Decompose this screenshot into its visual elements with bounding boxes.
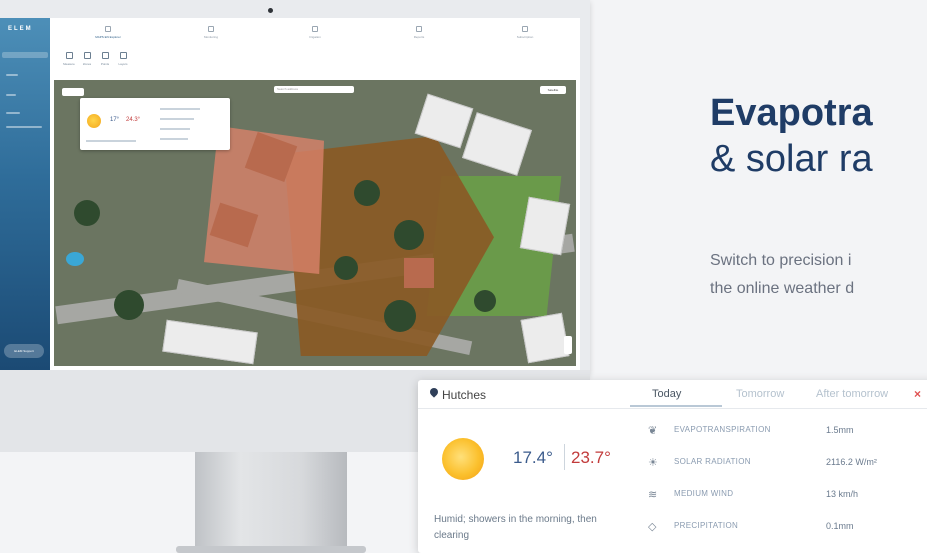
sidebar-item[interactable] [6, 74, 18, 76]
sun-icon [442, 438, 484, 480]
monitor-icon [208, 26, 214, 32]
tab-reports[interactable]: Reports [394, 18, 444, 46]
sidebar-item[interactable] [6, 94, 16, 96]
metric-row-precipitation: ◇ PRECIPITATION 0.1mm [644, 510, 927, 542]
layers-tool[interactable]: Layers [116, 52, 130, 72]
monitor-stand [195, 452, 347, 553]
metric-label: EVAPOTRANSPIRATION [674, 425, 771, 434]
drop-icon: ◇ [648, 521, 657, 533]
sidebar: ELEM ELEM Support [0, 18, 50, 370]
sidebar-item[interactable] [6, 112, 20, 114]
monitor: ELEM ELEM Support MAPS EN Explorer Monit… [0, 0, 590, 378]
tab-subscription[interactable]: Subscription [500, 18, 550, 46]
report-icon [416, 26, 422, 32]
measure-tool[interactable]: Measure [62, 52, 76, 72]
polygon-icon [83, 52, 91, 59]
map-icon [105, 26, 111, 32]
metric-row-wind: ≋ MEDIUM WIND 13 km/h [644, 478, 927, 510]
metric-value: 13 km/h [826, 489, 859, 499]
app-screen: ELEM ELEM Support MAPS EN Explorer Monit… [0, 18, 580, 370]
camera [268, 8, 273, 13]
house-roof [404, 258, 434, 288]
building [162, 319, 258, 365]
drop-icon [312, 26, 318, 32]
metric-label: PRECIPITATION [674, 521, 739, 530]
temp-divider [564, 444, 565, 470]
mini-weather-card: 17° 24.3° [80, 98, 230, 150]
description-line-2: the online weather d [710, 280, 855, 297]
metric-value: 2116.2 W/m² [826, 457, 877, 467]
card-icon [522, 26, 528, 32]
ruler-icon [65, 52, 73, 59]
tab-tomorrow[interactable]: Tomorrow [736, 388, 784, 400]
building [520, 312, 570, 364]
metric-row-solar-radiation: ☀ SOLAR RADIATION 2116.2 W/m² [644, 446, 927, 478]
tab-monitoring[interactable]: Monitoring [186, 18, 236, 46]
tab-explorer[interactable]: MAPS EN Explorer [78, 18, 138, 48]
location-pin-icon [428, 386, 440, 398]
location-name: Hutches [442, 388, 487, 402]
metric-row-evapotranspiration: ❦ EVAPOTRANSPIRATION 1.5mm [644, 414, 927, 446]
stand-base [176, 546, 366, 553]
description-line-1: Switch to precision i [710, 252, 852, 269]
evapotranspiration-icon: ❦ [648, 425, 658, 437]
wind-icon: ≋ [648, 489, 658, 501]
point-icon [101, 52, 109, 59]
description: Switch to precision i the online weather… [710, 247, 854, 303]
layers-icon [119, 52, 127, 59]
tab-after-tomorrow[interactable]: After tomorrow [816, 388, 888, 400]
tab-irrigation[interactable]: Irrigation [290, 18, 340, 46]
temp-max: 23.7° [571, 448, 611, 467]
satellite-map[interactable]: Search address Satellite 17° 24.3° [54, 80, 576, 366]
active-tab-indicator [630, 405, 722, 407]
weather-card: Hutches Today Tomorrow After tomorrow × … [418, 380, 927, 553]
zoom-control[interactable] [564, 336, 572, 354]
weather-card-header: Hutches Today Tomorrow After tomorrow × [418, 380, 927, 409]
metric-value: 1.5mm [826, 425, 854, 435]
support-button[interactable]: ELEM Support [4, 344, 44, 358]
sun-icon: ☀ [648, 457, 658, 469]
sidebar-item[interactable] [6, 126, 42, 128]
building [462, 112, 532, 176]
map-toolbar: Measure Zones Points Layers [50, 46, 580, 80]
map-search-input[interactable]: Search address [274, 86, 354, 93]
sidebar-selected-item[interactable] [2, 52, 48, 58]
heading-line-2: & solar ra [710, 138, 873, 180]
temp-min: 17.4° [513, 448, 553, 467]
satellite-toggle[interactable]: Satellite [540, 86, 566, 94]
metric-label: MEDIUM WIND [674, 489, 734, 498]
building [519, 196, 571, 256]
map-controls[interactable] [62, 88, 84, 96]
points-tool[interactable]: Points [98, 52, 112, 72]
app-logo: ELEM [8, 26, 33, 32]
sun-icon [87, 114, 101, 128]
metric-value: 0.1mm [826, 521, 854, 531]
zones-tool[interactable]: Zones [80, 52, 94, 72]
forecast-summary: Humid; showers in the morning, then clea… [434, 514, 597, 541]
heading-line-1: Evapotra [710, 92, 873, 134]
close-icon[interactable]: × [914, 387, 921, 401]
top-nav: MAPS EN Explorer Monitoring Irrigation R… [50, 18, 580, 48]
tab-today[interactable]: Today [652, 388, 681, 400]
pool [66, 252, 84, 266]
metric-label: SOLAR RADIATION [674, 457, 751, 466]
